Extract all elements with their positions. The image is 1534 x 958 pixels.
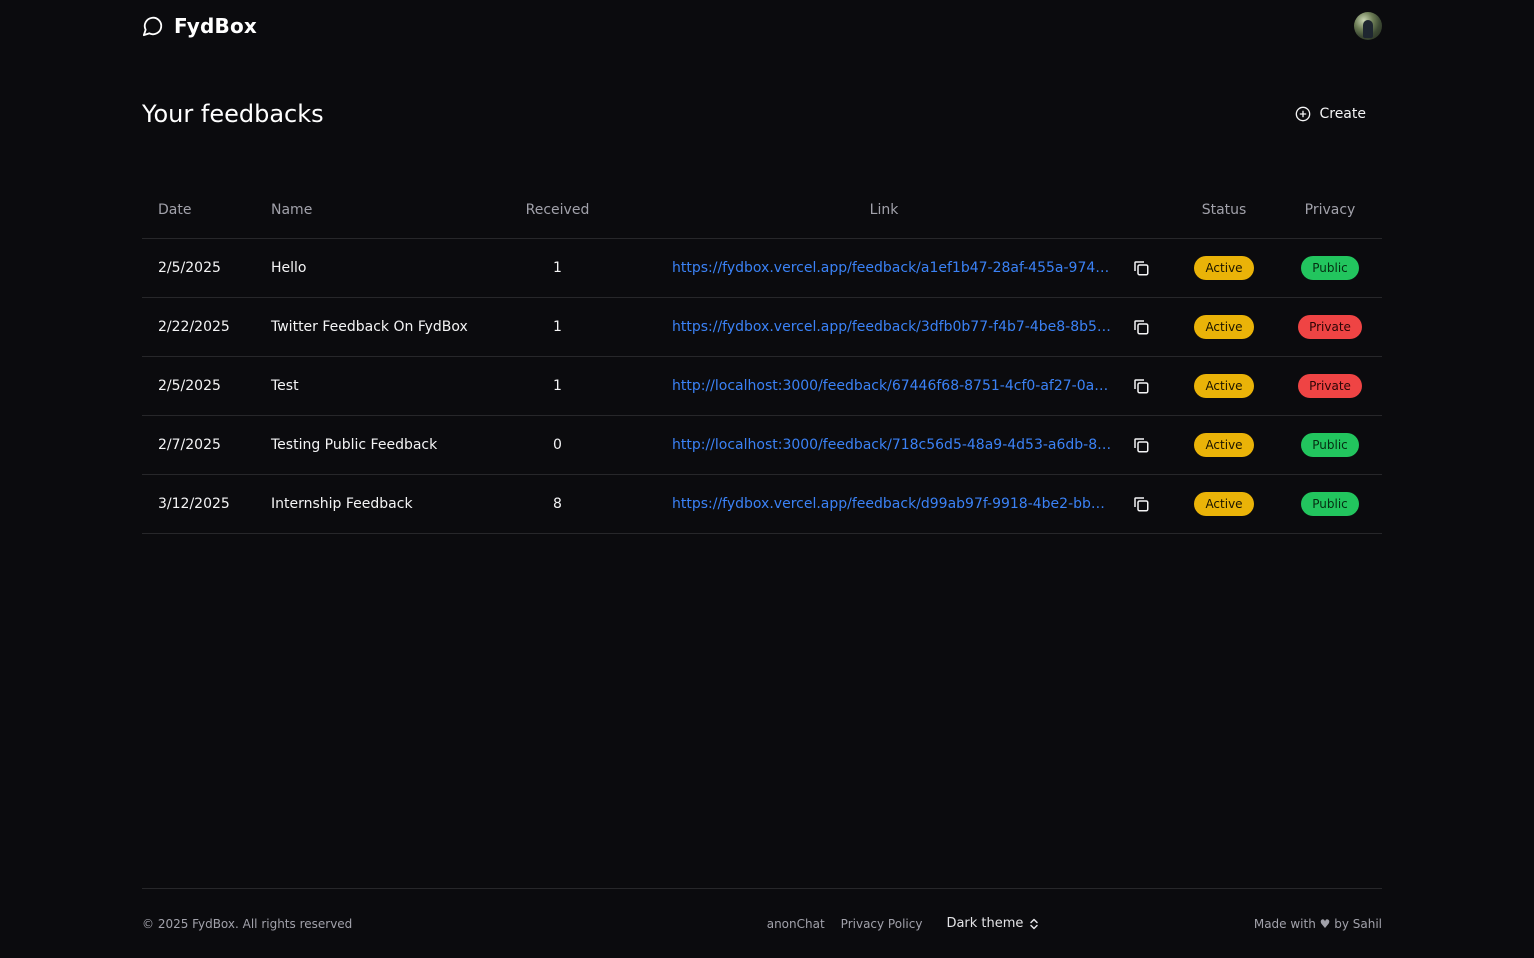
cell-date: 2/5/2025 <box>142 238 255 298</box>
feedback-link[interactable]: https://fydbox.vercel.app/feedback/a1ef1… <box>672 260 1112 276</box>
status-badge: Active <box>1194 315 1254 339</box>
footer-link-privacy-policy[interactable]: Privacy Policy <box>841 917 923 931</box>
copy-link-button[interactable] <box>1128 491 1154 517</box>
privacy-badge: Public <box>1301 433 1359 457</box>
cell-date: 2/22/2025 <box>142 297 255 357</box>
cell-status: Active <box>1170 297 1278 357</box>
theme-select-label: Dark theme <box>946 916 1024 931</box>
cell-link: https://fydbox.vercel.app/feedback/a1ef1… <box>656 238 1112 298</box>
cell-date: 2/5/2025 <box>142 356 255 416</box>
privacy-badge: Private <box>1298 315 1362 339</box>
page-title: Your feedbacks <box>142 100 324 128</box>
copy-link-button[interactable] <box>1128 255 1154 281</box>
column-header-status: Status <box>1170 182 1278 239</box>
table-header-row: Date Name Received Link Status Privacy <box>142 182 1382 239</box>
copy-link-button[interactable] <box>1128 314 1154 340</box>
brand-logo-link[interactable]: FydBox <box>142 14 257 38</box>
column-header-name: Name <box>255 182 459 239</box>
table-row: 3/12/2025 Internship Feedback 8 https://… <box>142 474 1382 534</box>
cell-copy <box>1112 415 1170 475</box>
cell-copy <box>1112 297 1170 357</box>
cell-copy <box>1112 356 1170 416</box>
plus-circle-icon <box>1296 106 1311 122</box>
cell-received: 1 <box>459 297 656 357</box>
table-row: 2/7/2025 Testing Public Feedback 0 http:… <box>142 415 1382 475</box>
cell-date: 3/12/2025 <box>142 474 255 534</box>
cell-name: Test <box>255 356 459 416</box>
cell-date: 2/7/2025 <box>142 415 255 475</box>
cell-privacy: Private <box>1278 297 1382 357</box>
column-header-copy <box>1112 182 1170 239</box>
table-row: 2/5/2025 Hello 1 https://fydbox.vercel.a… <box>142 238 1382 298</box>
copy-icon <box>1134 320 1149 335</box>
column-header-link: Link <box>656 182 1112 239</box>
footer-links: anonChat Privacy Policy Dark theme <box>767 916 1040 931</box>
chevron-up-down-icon <box>1030 918 1039 929</box>
feedback-link[interactable]: http://localhost:3000/feedback/718c56d5-… <box>672 437 1112 453</box>
page-header: Your feedbacks Create <box>142 92 1382 136</box>
copy-link-button[interactable] <box>1128 432 1154 458</box>
cell-copy <box>1112 238 1170 298</box>
cell-link: https://fydbox.vercel.app/feedback/d99ab… <box>656 474 1112 534</box>
cell-status: Active <box>1170 474 1278 534</box>
brand-name: FydBox <box>174 14 258 38</box>
cell-received: 0 <box>459 415 656 475</box>
copy-link-button[interactable] <box>1128 373 1154 399</box>
feedbacks-table: Date Name Received Link Status Privacy 2… <box>142 182 1382 534</box>
cell-privacy: Public <box>1278 415 1382 475</box>
cell-link: http://localhost:3000/feedback/718c56d5-… <box>656 415 1112 475</box>
made-by-credit: Made with ♥ by Sahil <box>1253 916 1382 931</box>
top-navbar: FydBox <box>142 0 1382 52</box>
cell-privacy: Public <box>1278 238 1382 298</box>
column-header-received: Received <box>459 182 656 239</box>
status-badge: Active <box>1194 256 1254 280</box>
status-badge: Active <box>1194 433 1254 457</box>
cell-copy <box>1112 474 1170 534</box>
feedback-link[interactable]: https://fydbox.vercel.app/feedback/3dfb0… <box>672 319 1112 335</box>
cell-received: 8 <box>459 474 656 534</box>
status-badge: Active <box>1194 492 1254 516</box>
copy-icon <box>1134 497 1149 512</box>
status-badge: Active <box>1194 374 1254 398</box>
table-row: 2/22/2025 Twitter Feedback On FydBox 1 h… <box>142 297 1382 357</box>
column-header-date: Date <box>142 182 255 239</box>
cell-name: Internship Feedback <box>255 474 459 534</box>
column-header-privacy: Privacy <box>1278 182 1382 239</box>
cell-link: http://localhost:3000/feedback/67446f68-… <box>656 356 1112 416</box>
cell-name: Testing Public Feedback <box>255 415 459 475</box>
cell-status: Active <box>1170 356 1278 416</box>
cell-name: Twitter Feedback On FydBox <box>255 297 468 357</box>
privacy-badge: Public <box>1301 492 1359 516</box>
privacy-badge: Private <box>1298 374 1362 398</box>
table-row: 2/5/2025 Test 1 http://localhost:3000/fe… <box>142 356 1382 416</box>
privacy-badge: Public <box>1301 256 1359 280</box>
cell-privacy: Public <box>1278 474 1382 534</box>
feedbacks-table-container: Date Name Received Link Status Privacy 2… <box>142 182 1382 534</box>
cell-status: Active <box>1170 238 1278 298</box>
feedback-link[interactable]: https://fydbox.vercel.app/feedback/d99ab… <box>672 496 1112 512</box>
create-button-label: Create <box>1319 106 1366 122</box>
cell-received: 1 <box>459 356 656 416</box>
theme-select[interactable]: Dark theme <box>946 916 1039 931</box>
copy-icon <box>1134 379 1149 394</box>
chat-bubble-icon <box>142 16 163 37</box>
feedback-link[interactable]: http://localhost:3000/feedback/67446f68-… <box>672 378 1112 394</box>
cell-link: https://fydbox.vercel.app/feedback/3dfb0… <box>656 297 1112 357</box>
copy-icon <box>1134 261 1149 276</box>
copyright-text: © 2025 FydBox. All rights reserved <box>142 916 353 931</box>
user-avatar[interactable] <box>1354 12 1382 40</box>
page-footer: © 2025 FydBox. All rights reserved anonC… <box>142 888 1382 958</box>
copy-icon <box>1134 438 1149 453</box>
cell-name: Hello <box>255 238 459 298</box>
cell-received: 1 <box>459 238 656 298</box>
cell-status: Active <box>1170 415 1278 475</box>
footer-link-anonchat[interactable]: anonChat <box>767 917 825 931</box>
create-feedback-button[interactable]: Create <box>1279 98 1382 130</box>
cell-privacy: Private <box>1278 356 1382 416</box>
